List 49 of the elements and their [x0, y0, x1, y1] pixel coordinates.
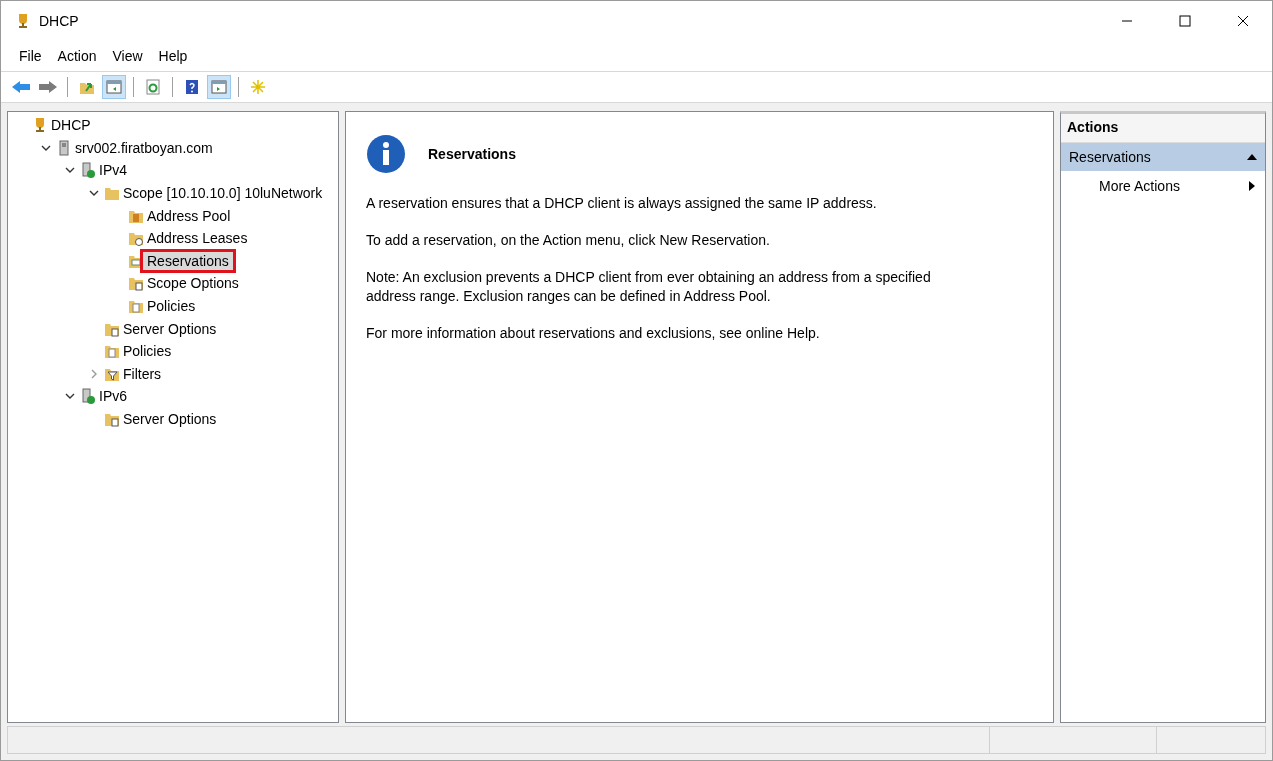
show-tree-icon	[106, 79, 122, 95]
description-text: For more information about reservations and exclusions, see online Help.	[366, 324, 821, 343]
close-icon	[1237, 15, 1249, 27]
menu-item[interactable]: Action	[49, 48, 105, 64]
tree-item[interactable]: Filters	[116, 361, 169, 386]
tree-item[interactable]: DHCP	[44, 113, 98, 138]
server-check-icon	[80, 162, 96, 179]
forward-arrow-icon	[38, 79, 58, 95]
tree-item[interactable]: Policies	[116, 339, 179, 364]
folder-document-icon	[128, 298, 144, 315]
tree-item[interactable]: Scope Options	[140, 271, 246, 296]
tree-item[interactable]: Policies	[140, 294, 203, 319]
show-pane-icon	[211, 79, 227, 95]
description-text: A reservation ensures that a DHCP client is always assigned the same IP address.	[366, 194, 878, 213]
back-arrow-icon	[11, 79, 31, 95]
tree-item[interactable]: Address Pool	[140, 203, 238, 228]
menu-item[interactable]: File	[11, 48, 50, 64]
menu-item[interactable]: View	[104, 48, 151, 64]
server-icon	[56, 139, 72, 156]
folder-list-icon	[104, 411, 120, 427]
folder-document-icon	[104, 343, 120, 360]
new-icon	[250, 79, 266, 95]
action-item[interactable]: More Actions	[1061, 171, 1265, 201]
section-label: Reservations	[1069, 149, 1151, 165]
tree-item[interactable]: Reservations	[140, 248, 236, 273]
refresh-icon	[145, 79, 161, 95]
description-text: Note: An exclusion prevents a DHCP client from ever obtaining an address from a specified address range. Exclusion ranges can be defined in Address Pool.	[366, 268, 932, 306]
caret-right-icon	[1249, 181, 1255, 191]
folder-list-icon	[128, 275, 144, 292]
help-icon	[184, 79, 200, 95]
caret-up-icon	[1247, 153, 1257, 161]
description-text: To add a reservation, on the Action menu, click New Reservation.	[366, 231, 771, 250]
maximize-icon	[1179, 15, 1191, 27]
tree-item[interactable]: Server Options	[116, 407, 224, 431]
actions-title: Actions	[1061, 114, 1265, 143]
actions-section-header[interactable]: Reservations	[1061, 143, 1265, 171]
tree-item[interactable]: Address Leases	[140, 226, 255, 251]
info-icon	[366, 134, 406, 174]
folder-clock-icon	[128, 230, 144, 247]
content-title: Reservations	[428, 146, 516, 162]
window-title: DHCP	[39, 13, 79, 29]
tree-item[interactable]: Server Options	[116, 316, 224, 341]
server-check-icon	[80, 388, 96, 405]
folder-icon	[104, 185, 120, 202]
tree-item[interactable]: IPv4	[92, 158, 134, 183]
menu-item[interactable]: Help	[150, 48, 196, 64]
tree-item[interactable]: Scope [10.10.10.0] 10luNetwork	[116, 181, 330, 206]
tree-item[interactable]: IPv6	[92, 384, 134, 409]
tree-item[interactable]: srv002.firatboyan.com	[68, 135, 220, 160]
